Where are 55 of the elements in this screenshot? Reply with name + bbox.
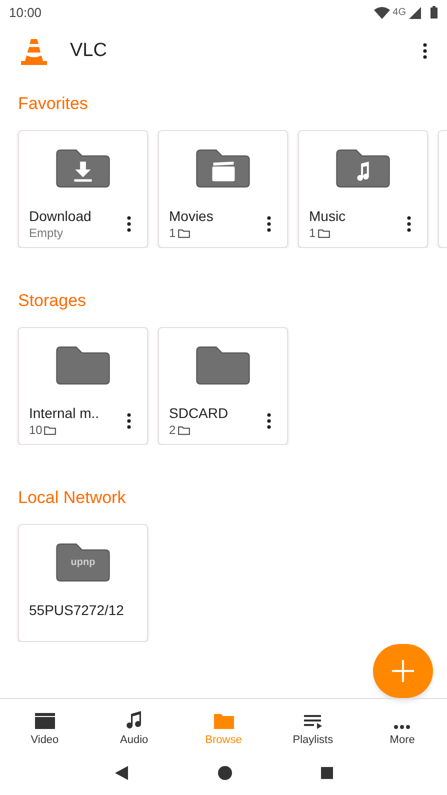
more-icon (393, 724, 412, 730)
folder-card[interactable]: upnp 55PUS7272/12 (18, 524, 148, 642)
folder-icon (54, 346, 112, 386)
folder-name: Movies (169, 209, 214, 223)
folder-label: upnp (70, 558, 96, 568)
playlist-icon (302, 714, 323, 730)
section-title: Storages (18, 292, 88, 309)
folder-icon (178, 426, 190, 434)
wifi-icon (374, 6, 390, 18)
nav-tab[interactable]: Audio (89, 699, 179, 750)
folder-card[interactable]: SDCARD 2 (158, 327, 288, 445)
folder-name: 55PUS7272/12 (29, 603, 125, 617)
folder-name: Music (309, 209, 347, 223)
folder-name: SDCARD (169, 406, 230, 420)
folder-card[interactable]: Download Empty (18, 130, 148, 248)
folder-icon (44, 426, 56, 434)
folder-icon (194, 346, 252, 386)
folder-count: 2 (169, 424, 176, 436)
download-folder-icon (54, 149, 112, 189)
folder-count: 1 (309, 227, 316, 239)
music-folder-icon (334, 149, 392, 189)
clapperboard-folder-icon (194, 149, 252, 189)
network-label: 4G (392, 6, 406, 20)
signal-icon (409, 6, 421, 18)
back-icon[interactable] (114, 765, 130, 781)
folder-count: 1 (169, 227, 176, 239)
more-options-icon[interactable] (127, 216, 131, 232)
nav-tab[interactable]: Video (0, 699, 90, 750)
folder-subtitle: Empty (29, 227, 64, 239)
section-title: Favorites (18, 95, 89, 112)
status-time: 10:00 (9, 4, 42, 22)
section-title: Local Network (18, 489, 127, 506)
more-options-icon[interactable] (407, 216, 411, 232)
plus-icon (392, 660, 414, 682)
folder-card[interactable]: Movies 1 (158, 130, 288, 248)
music-note-icon (125, 710, 144, 730)
more-options-icon[interactable] (267, 413, 271, 429)
overflow-menu-icon[interactable] (423, 43, 427, 59)
folder-card[interactable]: Internal m.. 10 (18, 327, 148, 445)
folder-icon (178, 228, 190, 238)
nav-tab[interactable]: More (358, 699, 447, 750)
more-options-icon[interactable] (267, 216, 271, 232)
app-title: VLC (70, 38, 108, 63)
more-options-icon[interactable] (127, 413, 131, 429)
folder-card[interactable]: Music 1 (298, 130, 428, 248)
folder-name: Download (29, 209, 92, 223)
folder-name: Internal m.. (29, 406, 100, 420)
folder-count: 10 (29, 424, 42, 436)
recents-icon[interactable] (320, 766, 334, 780)
folder-icon (212, 712, 235, 730)
clapperboard-icon (34, 712, 56, 730)
nav-tab[interactable]: Playlists (268, 699, 358, 750)
folder-icon (318, 228, 330, 238)
battery-icon (430, 6, 438, 19)
home-icon[interactable] (216, 765, 232, 781)
